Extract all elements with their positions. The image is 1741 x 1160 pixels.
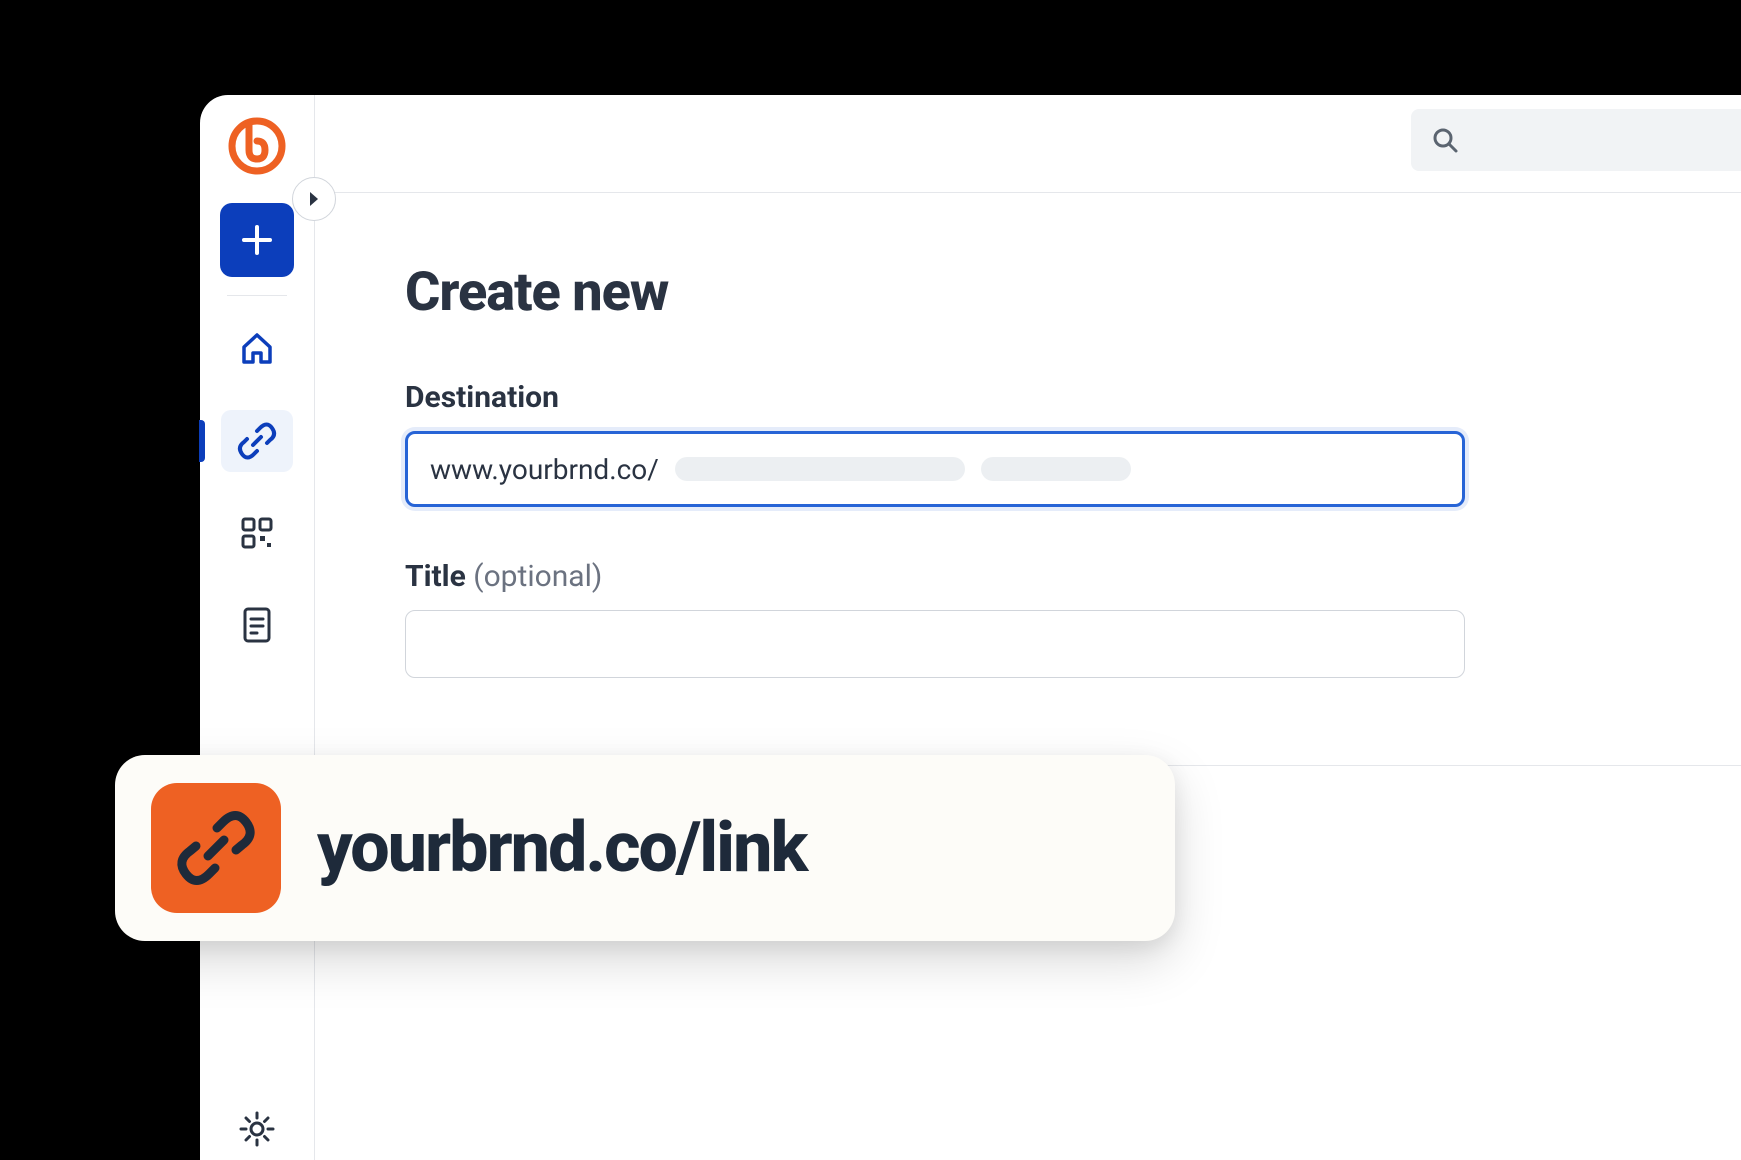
link-icon [176,808,256,888]
main-content: Create new Destination www.yourbrnd.co/ … [315,95,1741,1160]
sidebar-item-settings[interactable] [221,1098,293,1160]
destination-label: Destination [405,380,1651,415]
topbar [315,95,1741,193]
destination-input[interactable]: www.yourbrnd.co/ [405,431,1465,507]
link-icon [237,421,277,461]
page-icon [242,606,272,644]
qr-code-icon [240,516,274,550]
sidebar-item-page[interactable] [221,594,293,656]
short-link-preview-card: yourbrnd.co/link [115,755,1175,941]
link-icon-badge [151,783,281,913]
gear-icon [238,1110,276,1148]
search-icon [1431,126,1459,154]
sidebar-item-home[interactable] [221,318,293,380]
sidebar-item-links[interactable] [221,410,293,472]
page-title: Create new [405,261,1651,324]
sidebar [200,95,315,1160]
placeholder-skeleton [675,457,965,481]
title-label: Title (optional) [405,559,1651,594]
sidebar-item-qr[interactable] [221,502,293,564]
plus-icon [240,223,274,257]
sidebar-expand-toggle[interactable] [292,177,336,221]
chevron-right-icon [307,191,321,207]
search-input[interactable] [1411,109,1741,171]
app-window: Create new Destination www.yourbrnd.co/ … [200,95,1741,1160]
title-input[interactable] [405,610,1465,678]
home-icon [239,331,275,367]
placeholder-skeleton [981,457,1131,481]
content-area: Create new Destination www.yourbrnd.co/ … [315,193,1741,1160]
brand-logo[interactable] [228,117,286,175]
short-link-text: yourbrnd.co/link [317,807,806,889]
destination-value: www.yourbrnd.co/ [430,453,659,486]
divider [227,295,287,296]
create-new-button[interactable] [220,203,294,277]
